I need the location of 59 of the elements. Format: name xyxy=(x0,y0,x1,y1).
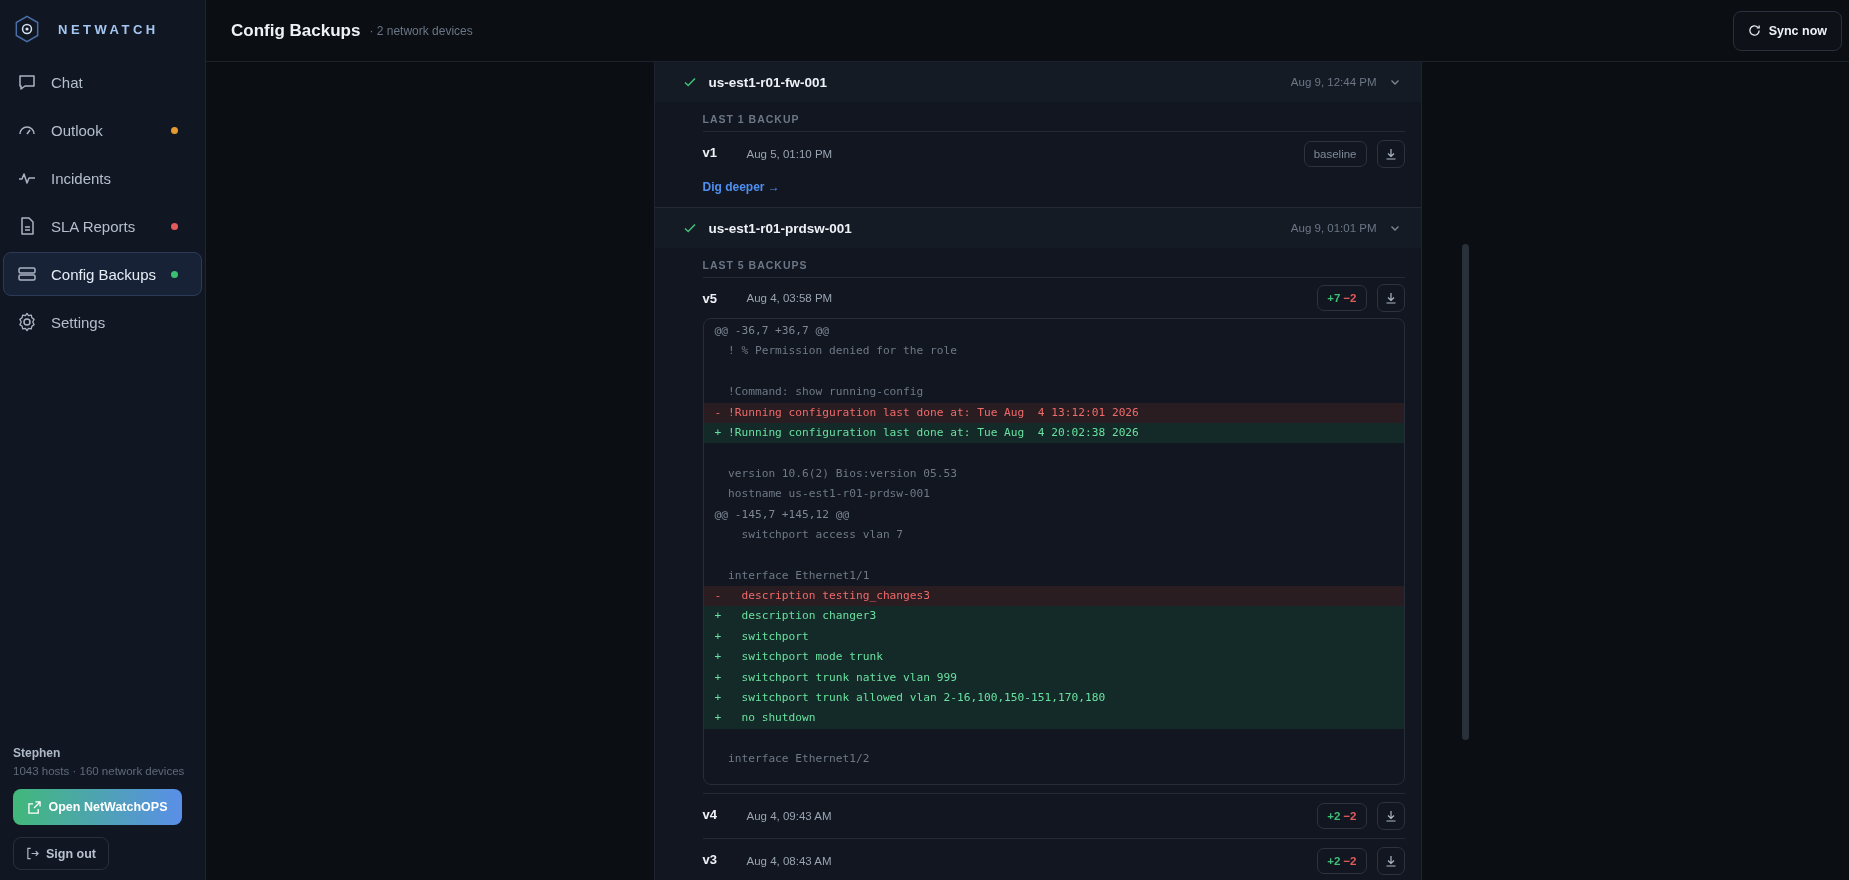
diff-hunk-header: @@ -145,7 +145,12 @@ xyxy=(713,506,851,523)
user-summary: 1043 hosts · 160 network devices xyxy=(13,765,185,777)
diff-context-line: interface Ethernet1/1 xyxy=(726,567,871,584)
external-link-icon xyxy=(27,800,41,814)
section-label: LAST 5 BACKUPS xyxy=(702,248,1405,278)
section-label: LAST 1 BACKUP xyxy=(702,102,1405,132)
device-time: Aug 9, 01:01 PM xyxy=(1290,222,1377,234)
scrollbar-thumb[interactable] xyxy=(1462,244,1469,740)
device-time: Aug 9, 12:44 PM xyxy=(1290,76,1377,88)
check-icon xyxy=(682,75,697,89)
diff-context-line: switchport access vlan 7 xyxy=(740,526,905,543)
device-name: us-est1-r01-prdsw-001 xyxy=(708,220,853,236)
version-time: Aug 4, 03:58 PM xyxy=(746,292,833,304)
version-label: v3 xyxy=(702,850,718,867)
sidebar-item[interactable]: Incidents xyxy=(3,156,202,200)
hexagon-logo-icon xyxy=(14,15,40,43)
device-name: us-est1-r01-fw-001 xyxy=(708,74,829,90)
download-button[interactable] xyxy=(1376,140,1405,168)
version-time: Aug 5, 01:10 PM xyxy=(746,148,833,160)
change-count: +2 −2 xyxy=(1317,802,1367,829)
diff-context-line: ! % Permission denied for the role xyxy=(726,343,958,360)
download-button[interactable] xyxy=(1376,801,1405,830)
sign-out-icon xyxy=(26,847,39,860)
user-name: Stephen xyxy=(13,746,61,760)
brand-name: NETWATCH xyxy=(58,21,159,37)
diff-context-line: interface Ethernet1/2 xyxy=(726,751,871,768)
version-time: Aug 4, 09:43 AM xyxy=(746,809,832,822)
change-count: +7 −2 xyxy=(1317,285,1367,311)
sidebar-item[interactable]: Config Backups xyxy=(3,252,202,296)
dig-deeper-link[interactable]: Dig deeper → xyxy=(702,176,780,207)
version-label: v5 xyxy=(702,290,718,306)
diff-context-line: hostname us-est1-r01-prdsw-001 xyxy=(726,486,932,503)
sync-button[interactable]: Sync now xyxy=(1732,10,1842,51)
baseline-tag: baseline xyxy=(1303,141,1367,167)
settings-icon xyxy=(17,312,37,332)
version-label: v4 xyxy=(702,805,718,822)
sidebar-item[interactable]: Settings xyxy=(3,300,202,344)
sidebar-item[interactable]: Outlook xyxy=(3,108,202,152)
download-icon xyxy=(1384,854,1397,867)
diff-context-line: version 10.6(2) Bios:version 05.53 xyxy=(726,465,958,482)
server-icon xyxy=(17,264,37,284)
version-time: Aug 4, 08:43 AM xyxy=(746,854,832,867)
page-title: Config Backups xyxy=(231,20,361,41)
download-button[interactable] xyxy=(1376,284,1405,312)
diff-hunk-header: @@ -36,7 +36,7 @@ xyxy=(713,323,830,339)
sidebar-item[interactable]: Chat xyxy=(3,60,202,104)
sign-out-button[interactable]: Sign out xyxy=(13,837,109,870)
version-label: v1 xyxy=(702,144,718,160)
download-icon xyxy=(1384,809,1397,822)
change-count: +2 −2 xyxy=(1317,847,1367,874)
download-button[interactable] xyxy=(1376,846,1405,875)
refresh-icon xyxy=(1747,24,1761,37)
sidebar-item[interactable]: SLA Reports xyxy=(3,204,202,248)
chat-bubble-icon xyxy=(17,72,37,92)
check-icon xyxy=(682,221,697,235)
page-subtitle: · 2 network devices xyxy=(369,23,474,38)
diff-context-line: !Command: show running-config xyxy=(726,384,925,401)
download-icon xyxy=(1384,148,1397,160)
download-icon xyxy=(1384,292,1397,304)
